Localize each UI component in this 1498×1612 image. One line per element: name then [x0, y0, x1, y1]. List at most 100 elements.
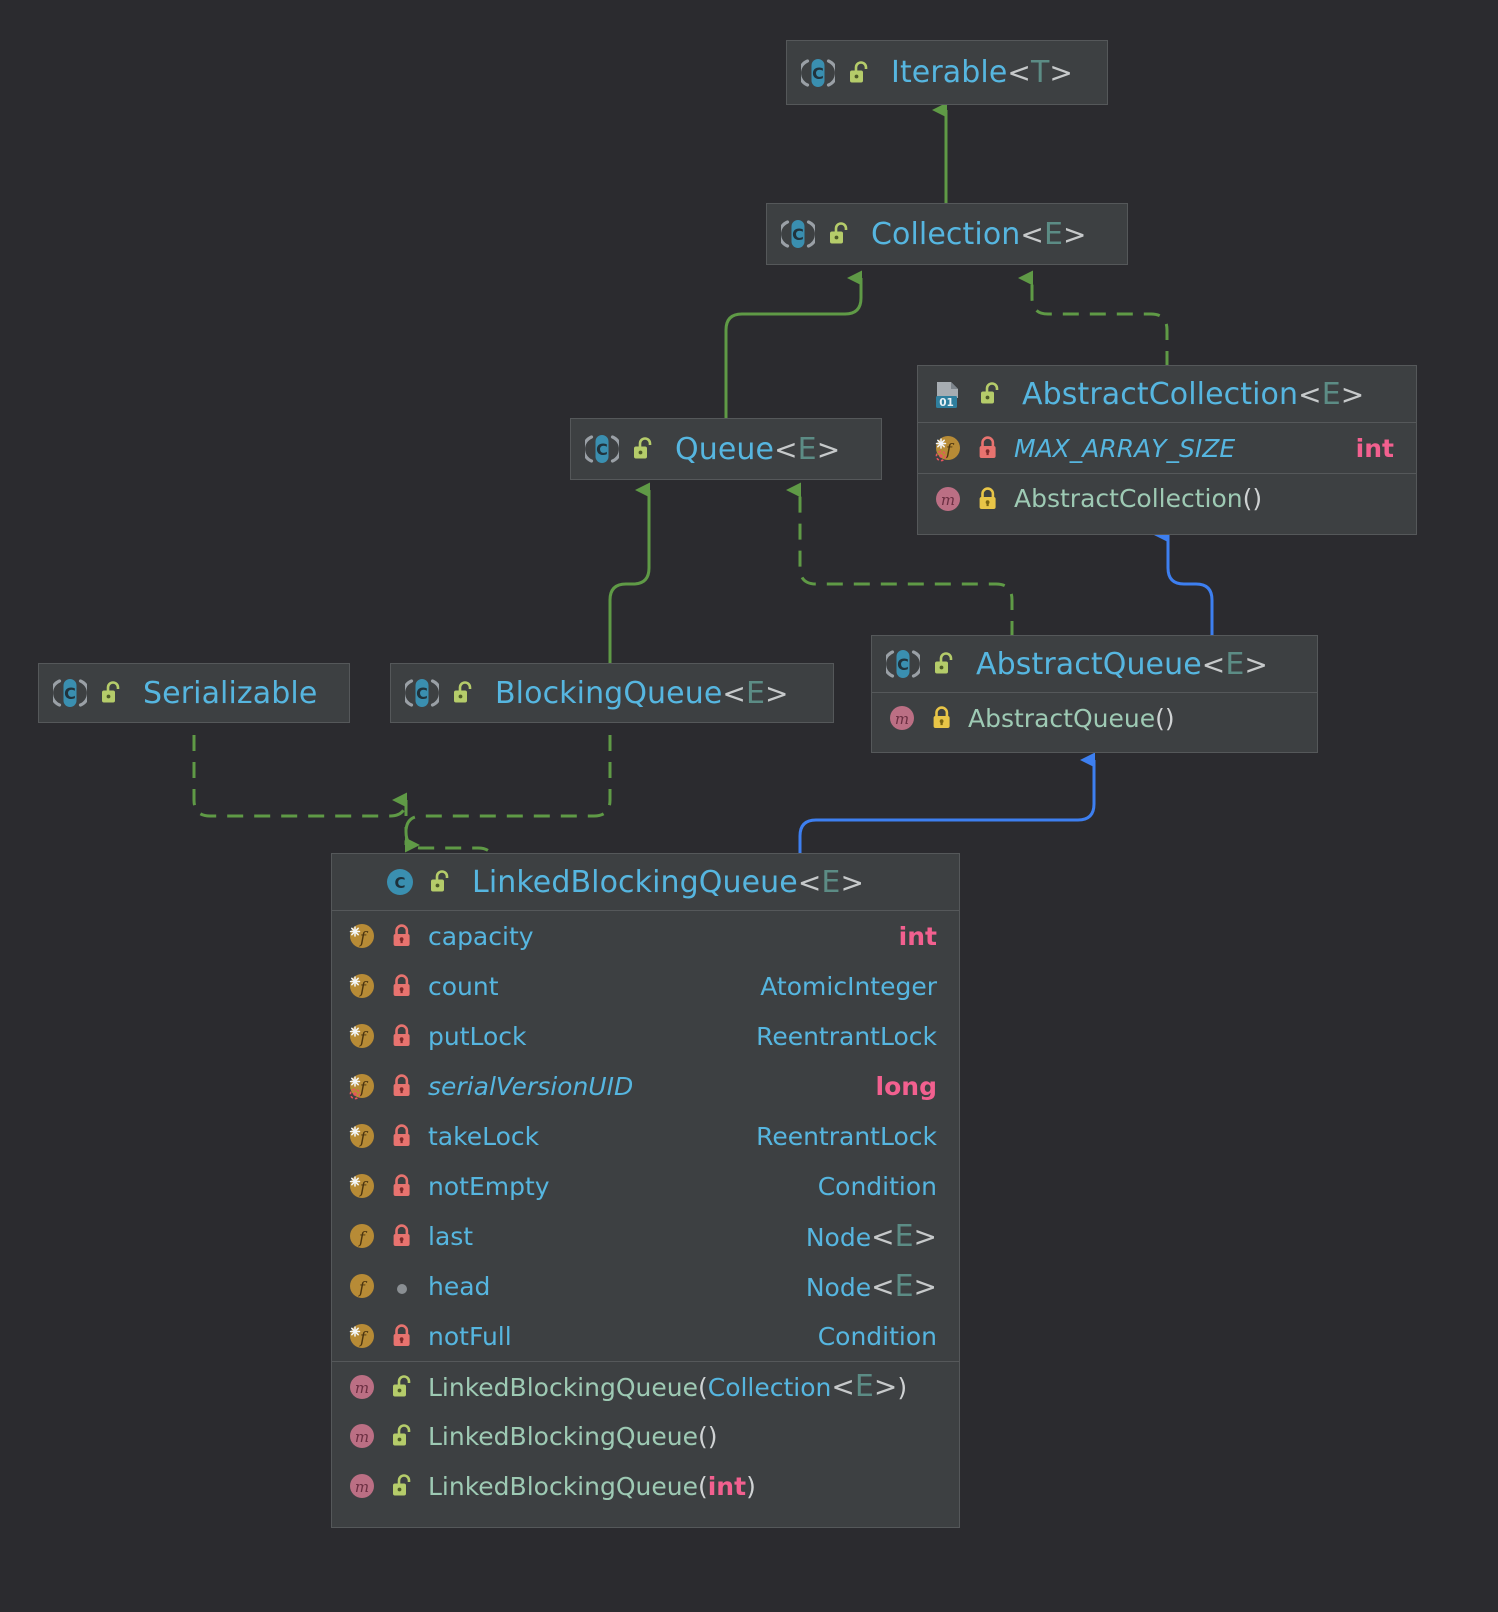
unlock-green-icon [631, 436, 655, 462]
field-name: notFull [428, 1321, 512, 1351]
node-linkedblockingqueue[interactable]: C LinkedBlockingQueue < E > f capacity i… [331, 853, 960, 1528]
field-type: int [1355, 433, 1394, 463]
edge-lbq-abstractqueue [798, 752, 1096, 855]
member-row-method[interactable]: m AbstractCollection() [918, 473, 1416, 523]
interface-icon: C [401, 676, 443, 710]
lock-private-icon [390, 1323, 414, 1349]
field-name: putLock [428, 1021, 527, 1051]
unlock-green-icon [847, 60, 871, 86]
member-row-field[interactable]: f serialVersionUID long [332, 1061, 959, 1111]
svg-text:01: 01 [939, 397, 954, 409]
interface-icon: C [777, 217, 819, 251]
node-title: AbstractQueue < E > [976, 646, 1268, 682]
svg-text:C: C [812, 64, 824, 83]
svg-text:m: m [355, 1478, 369, 1496]
method-signature: LinkedBlockingQueue() [428, 1421, 718, 1451]
member-row-field[interactable]: f takeLock ReentrantLock [332, 1111, 959, 1161]
member-row-method[interactable]: m LinkedBlockingQueue(int) [332, 1461, 959, 1511]
node-title: Collection < E > [871, 216, 1087, 252]
svg-text:C: C [792, 225, 804, 244]
edge-lbq-serializable [192, 735, 408, 818]
node-collection[interactable]: C Collection < E > [766, 203, 1128, 265]
node-abstractqueue[interactable]: C AbstractQueue < E > m AbstractQueue() [871, 635, 1318, 753]
lock-private-icon [976, 435, 1000, 461]
member-row-field[interactable]: f count AtomicInteger [332, 961, 959, 1011]
field-final-icon: f [346, 920, 378, 952]
node-header: C Queue < E > [571, 419, 881, 479]
svg-text:m: m [355, 1379, 369, 1397]
edge-queue-collection [724, 270, 863, 420]
lock-private-icon [390, 973, 414, 999]
interface-icon: C [581, 432, 623, 466]
edge-blockingqueue-queue [608, 482, 651, 665]
lock-private-icon [390, 1023, 414, 1049]
unlock-green-icon [428, 869, 452, 895]
member-row-field[interactable]: f notEmpty Condition [332, 1161, 959, 1211]
field-final-icon: f [346, 1170, 378, 1202]
field-type: Node<E> [805, 1218, 937, 1254]
member-row-method[interactable]: m LinkedBlockingQueue() [332, 1411, 959, 1461]
node-header: 01 AbstractCollection < E > [918, 366, 1416, 423]
svg-text:C: C [64, 684, 76, 703]
method-icon: m [346, 1371, 378, 1403]
svg-text:m: m [895, 710, 909, 728]
member-row-field[interactable]: f head Node<E> [332, 1261, 959, 1311]
field-type: Condition [817, 1171, 937, 1201]
node-abstractcollection[interactable]: 01 AbstractCollection < E > f MAX_ARRAY_… [917, 365, 1417, 535]
node-header: C Collection < E > [767, 204, 1127, 264]
lock-private-icon [390, 1223, 414, 1249]
field-name: last [428, 1221, 474, 1251]
node-iterable[interactable]: C Iterable < T > [786, 40, 1108, 105]
edge-abstractcollection-collection [1018, 270, 1169, 367]
lock-private-icon [390, 1073, 414, 1099]
method-icon: m [886, 702, 918, 734]
member-row-method[interactable]: m LinkedBlockingQueue(Collection<E>) [332, 1361, 959, 1411]
field-name: capacity [428, 921, 534, 951]
method-icon: m [346, 1420, 378, 1452]
method-signature: AbstractQueue() [968, 703, 1175, 733]
svg-text:C: C [416, 684, 428, 703]
svg-text:C: C [394, 874, 405, 892]
field-type: int [898, 921, 937, 951]
field-name: notEmpty [428, 1171, 550, 1201]
field-type: ReentrantLock [756, 1121, 937, 1151]
node-header: C Iterable < T > [787, 41, 1107, 104]
method-signature: LinkedBlockingQueue(Collection<E>) [428, 1369, 908, 1404]
interface-icon: C [882, 647, 924, 681]
field-name: MAX_ARRAY_SIZE [1014, 433, 1236, 463]
member-row-field[interactable]: f capacity int [332, 911, 959, 961]
unlock-green-icon [390, 1473, 414, 1499]
field-final-icon: f [346, 1120, 378, 1152]
member-row-method[interactable]: m AbstractQueue() [872, 693, 1317, 743]
field-type: ReentrantLock [756, 1021, 937, 1051]
member-row-field[interactable]: f putLock ReentrantLock [332, 1011, 959, 1061]
field-final-icon: f [346, 1320, 378, 1352]
interface-icon: C [49, 676, 91, 710]
member-row-field[interactable]: f last Node<E> [332, 1211, 959, 1261]
node-header: C BlockingQueue < E > [391, 664, 833, 722]
lock-private-icon [390, 1173, 414, 1199]
member-row-field[interactable]: f MAX_ARRAY_SIZE int [918, 423, 1416, 473]
field-static-final-icon: f [346, 1070, 378, 1102]
svg-text:C: C [897, 655, 909, 674]
lock-private-icon [390, 923, 414, 949]
node-title: Serializable [143, 675, 318, 711]
method-signature: LinkedBlockingQueue(int) [428, 1471, 756, 1501]
field-final-icon: f [346, 1020, 378, 1052]
field-type: Condition [817, 1321, 937, 1351]
member-row-field[interactable]: f notFull Condition [332, 1311, 959, 1361]
method-signature: AbstractCollection() [1014, 484, 1263, 513]
field-type: long [875, 1071, 937, 1101]
field-type: AtomicInteger [760, 971, 937, 1001]
edge-lbq-blockingqueue [404, 735, 612, 853]
node-blockingqueue[interactable]: C BlockingQueue < E > [390, 663, 834, 723]
unlock-green-icon [99, 680, 123, 706]
svg-text:C: C [596, 440, 608, 459]
field-name: serialVersionUID [428, 1071, 634, 1101]
node-header: C Serializable [39, 664, 349, 722]
node-queue[interactable]: C Queue < E > [570, 418, 882, 480]
node-title: Queue < E > [675, 431, 841, 467]
node-title: LinkedBlockingQueue < E > [472, 864, 865, 900]
node-serializable[interactable]: C Serializable [38, 663, 350, 723]
class-diagram-canvas: C Iterable < T > C Collection < E > 01 A… [0, 0, 1498, 1612]
